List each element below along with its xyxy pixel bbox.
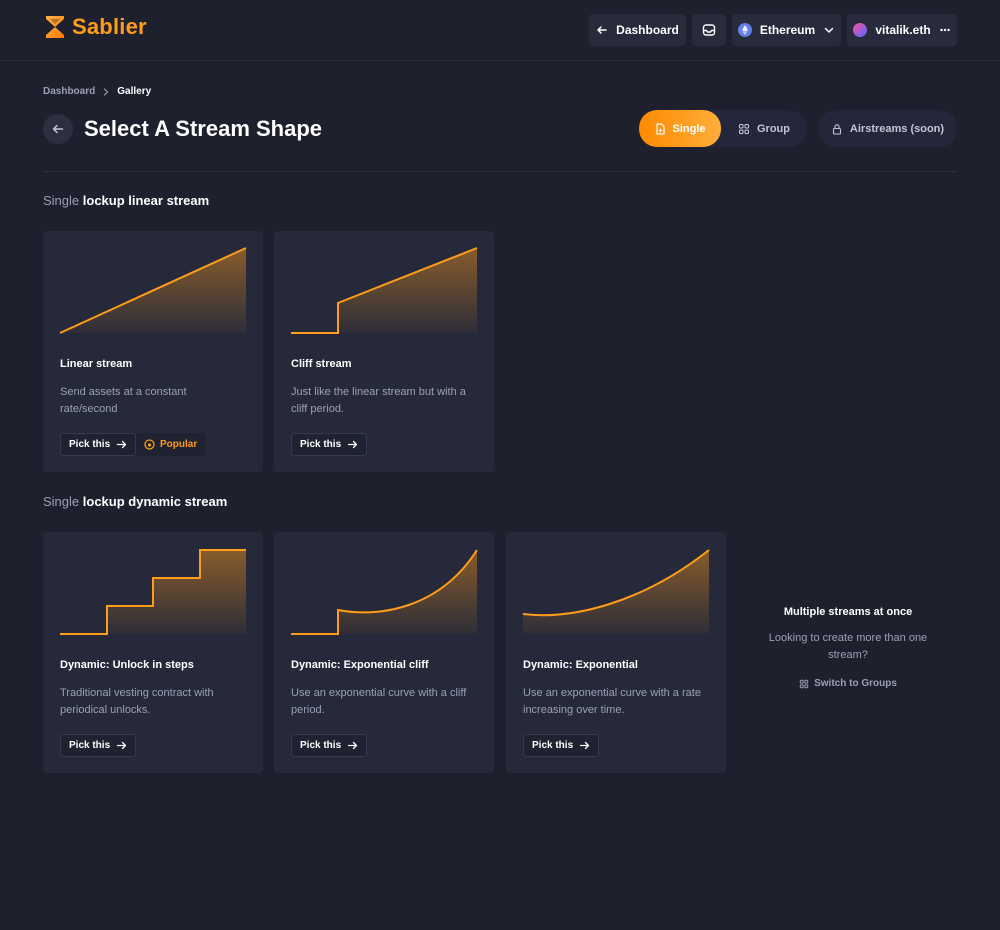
card-title: Dynamic: Exponential [523,659,638,671]
card-title: Linear stream [60,358,133,370]
popular-label: Popular [160,439,198,450]
card-description: Just like the linear stream but with a c… [291,386,466,415]
cliff-shape-icon [291,247,478,334]
logo-text: Sablier [72,14,147,39]
exponential-cliff-card[interactable]: Dynamic: Exponential cliff Use an expone… [274,532,494,773]
linear-stream-card[interactable]: Linear stream Send assets at a constant … [43,231,263,472]
hourglass-logo-icon [46,16,64,38]
card-title: Dynamic: Exponential cliff [291,659,429,671]
airstreams-button[interactable]: Airstreams (soon) [818,110,957,147]
arrow-right-icon [347,741,358,750]
breadcrumb: Dashboard Gallery [43,86,151,97]
card-description: Send assets at a constant rate/second [60,386,187,415]
breadcrumb-current: Gallery [117,86,152,97]
card-title: Cliff stream [291,358,352,370]
section-prefix: Single [43,193,80,208]
grid-icon [738,123,750,134]
section-title-dynamic: Single lockup dynamic stream [43,494,227,509]
switch-to-groups-label: Switch to Groups [814,678,897,689]
unlock-steps-card[interactable]: Dynamic: Unlock in steps Traditional ves… [43,532,263,773]
section-title-linear: Single lockup linear stream [43,193,209,208]
breadcrumb-dashboard-link[interactable]: Dashboard [43,86,95,97]
more-icon [939,28,950,32]
exponential-cliff-shape-icon [291,549,478,635]
arrow-right-icon [116,741,127,750]
pick-linear-button[interactable]: Pick this [60,433,137,456]
flame-icon [144,439,155,450]
network-label: Ethereum [759,23,816,37]
avatar-icon [853,23,868,37]
tab-single[interactable]: Single [639,110,721,147]
divider [43,171,957,172]
arrow-left-icon [52,124,64,134]
section-prefix: Single [43,494,80,509]
arrow-right-icon [116,440,127,449]
tab-group[interactable]: Group [729,110,799,147]
document-icon [656,122,666,135]
network-selector[interactable]: Ethereum [732,14,841,46]
account-button[interactable]: vitalik.eth [847,14,957,46]
account-label: vitalik.eth [875,23,931,37]
airstreams-label: Airstreams (soon) [849,122,945,135]
card-description: Traditional vesting contract with period… [60,687,214,716]
arrow-right-icon [347,440,358,449]
card-title: Dynamic: Unlock in steps [60,659,194,671]
multiple-streams-description: Looking to create more than one stream? [768,632,928,661]
pick-cliff-button[interactable]: Pick this [291,433,368,456]
switch-to-groups-link[interactable]: Switch to Groups [799,678,897,689]
tab-group-label: Group [757,122,790,135]
stream-type-toggle: Single Group [639,110,807,147]
pick-label: Pick this [69,740,111,751]
top-header: Sablier Dashboard Ethereum vitalik.eth [0,0,1000,61]
linear-shape-icon [59,247,247,334]
inbox-icon [702,24,716,36]
card-description: Use an exponential curve with a cliff pe… [291,687,467,716]
popular-badge: Popular [136,433,206,456]
arrow-left-icon [597,26,607,34]
ethereum-icon [737,23,752,37]
chevron-down-icon [824,27,834,33]
pick-label: Pick this [300,740,342,751]
section-title-text: lockup linear stream [82,193,210,208]
chevron-right-icon [104,87,109,96]
arrow-right-icon [579,741,590,750]
pick-exponential-button[interactable]: Pick this [523,734,600,757]
card-description: Use an exponential curve with a rate inc… [523,687,701,716]
cliff-stream-card[interactable]: Cliff stream Just like the linear stream… [274,231,494,472]
tab-single-label: Single [672,122,706,135]
pick-steps-button[interactable]: Pick this [60,734,137,757]
pick-label: Pick this [300,439,342,450]
multiple-streams-panel: Multiple streams at once Looking to crea… [748,606,948,694]
page-title: Select A Stream Shape [84,116,323,141]
grid-icon [799,679,809,688]
pick-label: Pick this [69,439,111,450]
exponential-shape-icon [522,549,710,634]
section-title-text: lockup dynamic stream [82,494,228,509]
steps-shape-icon [60,549,246,635]
dashboard-button[interactable]: Dashboard [589,14,686,46]
back-button[interactable] [43,114,73,144]
sablier-logo[interactable]: Sablier [44,14,147,40]
multiple-streams-title: Multiple streams at once [783,606,913,618]
pick-exponential-cliff-button[interactable]: Pick this [291,734,368,757]
lock-icon [832,123,841,135]
exponential-card[interactable]: Dynamic: Exponential Use an exponential … [506,532,726,773]
inbox-button[interactable] [692,14,726,46]
pick-label: Pick this [532,740,574,751]
dashboard-label: Dashboard [616,23,679,37]
